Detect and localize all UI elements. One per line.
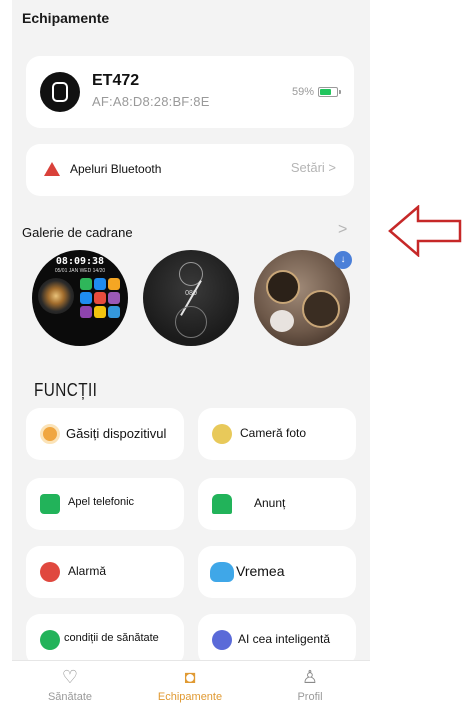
warning-triangle-icon (44, 162, 60, 176)
ai-robot-icon (212, 630, 232, 650)
sub-dial (266, 270, 300, 304)
ai-assistant-label: AI cea inteligentă (238, 632, 331, 646)
download-icon[interactable]: ↓ (334, 251, 352, 269)
notification-button[interactable]: Anunț (198, 478, 356, 530)
camera-icon (212, 424, 232, 444)
ai-assistant-button[interactable]: AI cea inteligentă (198, 614, 356, 666)
weather-button[interactable]: Vremea (198, 546, 356, 598)
page-title: Echipamente (22, 10, 110, 26)
battery-percentage: 59% (291, 86, 314, 98)
phone-screen: Echipamente ET472 AF:A8:D8:28:BF:8E 59% … (12, 0, 370, 712)
sub-dial (302, 290, 340, 328)
watch-face-time: 08:09:38 (55, 256, 105, 267)
health-conditions-button[interactable]: condiții de sănătate (26, 614, 184, 666)
battery-icon (318, 87, 341, 97)
bluetooth-calls-row[interactable]: Apeluri Bluetooth Setări > (26, 144, 354, 196)
nav-item-health[interactable]: ♡ Sănătate (20, 667, 120, 703)
phone-icon (40, 494, 60, 514)
nav-item-equipment[interactable]: ◘ Echipamente (140, 667, 240, 703)
watch-icon (40, 72, 80, 112)
notification-label: Anunț (254, 496, 286, 510)
watch-face-date: 05/01 JAN WED 14/20 (54, 268, 106, 274)
app-grid-icon (80, 278, 120, 318)
gallery-chevron-icon[interactable]: > (338, 221, 347, 239)
health-conditions-label: condiții de sănătate (64, 632, 159, 644)
alarm-icon (40, 562, 60, 582)
device-card[interactable]: ET472 AF:A8:D8:28:BF:8E 59% (26, 56, 354, 128)
find-device-button[interactable]: Găsiți dispozitivul (26, 408, 184, 460)
locate-device-icon (40, 424, 60, 444)
functions-title: FUNCȚII (34, 380, 98, 400)
nav-label-equipment: Echipamente (157, 691, 223, 703)
sub-dial (175, 306, 207, 338)
weather-icon (210, 562, 234, 582)
bluetooth-settings-link[interactable]: Setări > (291, 160, 336, 175)
camera-label: Cameră foto (240, 426, 307, 440)
music-disc-icon (38, 278, 74, 314)
notification-icon (212, 494, 232, 514)
alarm-button[interactable]: Alarmă (26, 546, 184, 598)
weather-label: Vremea (236, 563, 285, 579)
watch-icon: ◘ (184, 667, 196, 687)
alarm-label: Alarmă (68, 564, 107, 578)
health-person-icon (40, 630, 60, 650)
device-mac-address: AF:A8:D8:28:BF:8E (92, 94, 210, 109)
camera-button[interactable]: Cameră foto (198, 408, 356, 460)
heart-plus-icon: ♡ (61, 667, 79, 687)
pearl-decoration (270, 310, 294, 332)
phone-call-button[interactable]: Apel telefonic (26, 478, 184, 530)
phone-call-label: Apel telefonic (68, 496, 135, 508)
bluetooth-calls-label: Apeluri Bluetooth (70, 162, 162, 176)
person-icon: ♙ (301, 667, 319, 687)
battery-status: 59% (291, 86, 341, 98)
nav-label-health: Sănătate (47, 691, 93, 703)
red-arrow-annotation (388, 205, 462, 257)
device-name: ET472 (92, 72, 140, 89)
watch-face-2[interactable]: 080 (143, 250, 239, 346)
nav-label-profile: Profil (297, 691, 323, 703)
bottom-navigation: ♡ Sănătate ◘ Echipamente ♙ Profil (12, 660, 370, 712)
nav-item-profile[interactable]: ♙ Profil (260, 667, 360, 703)
watch-face-1[interactable]: 08:09:38 05/01 JAN WED 14/20 (32, 250, 128, 346)
find-device-label: Găsiți dispozitivul (66, 426, 167, 441)
watch-face-gallery-title: Galerie de cadrane (22, 225, 133, 240)
